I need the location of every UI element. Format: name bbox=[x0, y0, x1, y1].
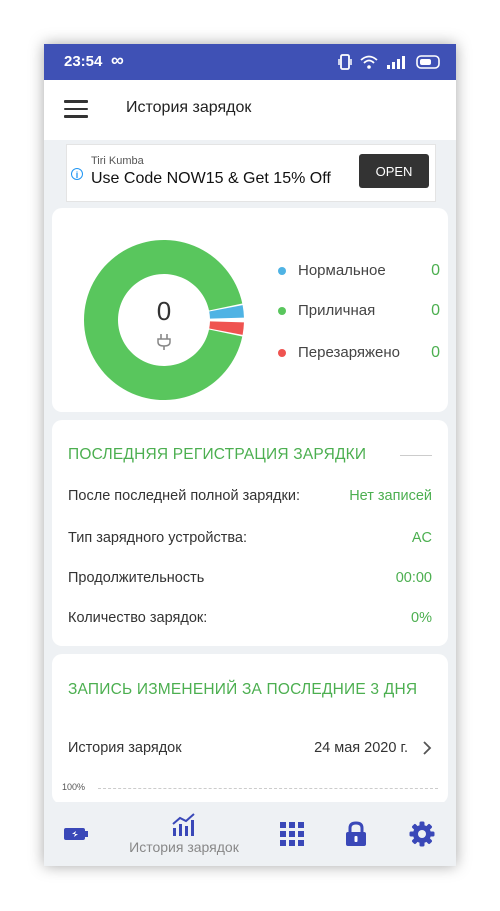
nav-item-battery[interactable] bbox=[56, 802, 96, 866]
ad-banner[interactable]: i Tiri Kumba Use Code NOW15 & Get 15% Of… bbox=[66, 144, 436, 202]
legend-value: 0 bbox=[431, 302, 440, 319]
status-bar: 23:54 ∞ bbox=[44, 44, 456, 80]
info-value: AC bbox=[411, 530, 432, 546]
section-title: ПОСЛЕДНЯЯ РЕГИСТРАЦИЯ ЗАРЯДКИ bbox=[68, 446, 367, 463]
nav-item-lock[interactable] bbox=[336, 802, 376, 866]
info-label: Продолжительность bbox=[68, 570, 205, 586]
info-label: После последней полной зарядки: bbox=[68, 488, 300, 504]
legend-label: Приличная bbox=[298, 302, 376, 319]
info-row-charger-type: Тип зарядного устройства: AC bbox=[68, 530, 432, 546]
nav-item-apps[interactable] bbox=[272, 802, 312, 866]
history-row[interactable]: История зарядок 24 мая 2020 г. bbox=[68, 734, 432, 762]
status-time: 23:54 bbox=[64, 53, 103, 70]
grid-icon bbox=[280, 822, 304, 846]
status-icons bbox=[338, 54, 442, 70]
info-value: Нет записей bbox=[349, 488, 432, 504]
legend-label: Перезаряжено bbox=[298, 344, 400, 361]
legend-label: Нормальное bbox=[298, 262, 386, 279]
ad-headline: Use Code NOW15 & Get 15% Off bbox=[91, 170, 331, 187]
donut-center-value: 0 bbox=[156, 296, 172, 326]
plug-icon bbox=[157, 334, 171, 350]
legend-value: 0 bbox=[431, 344, 440, 361]
legend-dot bbox=[278, 267, 286, 275]
wifi-icon bbox=[360, 55, 378, 69]
chart-gridline bbox=[98, 788, 438, 789]
info-value: 0% bbox=[411, 610, 432, 626]
chart-axis-label: 100% bbox=[62, 782, 86, 792]
phone-screen: 23:54 ∞ История зарядок i Tiri Kumba Use… bbox=[44, 44, 456, 866]
chart-icon bbox=[172, 813, 195, 836]
gear-icon bbox=[409, 821, 435, 847]
history-label: История зарядок bbox=[68, 740, 182, 756]
info-value: 00:00 bbox=[395, 570, 432, 586]
info-icon[interactable]: i bbox=[71, 168, 83, 180]
app-bar: История зарядок bbox=[44, 80, 456, 140]
legend-item-normal: Нормальное 0 bbox=[278, 262, 440, 280]
signal-icon bbox=[387, 56, 405, 69]
history-date: 24 мая 2020 г. bbox=[314, 740, 408, 756]
info-label: Тип зарядного устройства: bbox=[68, 530, 247, 546]
lock-icon bbox=[346, 821, 366, 846]
info-row-duration: Продолжительность 00:00 bbox=[68, 570, 432, 586]
link-icon: ∞ bbox=[111, 50, 124, 70]
menu-icon[interactable] bbox=[64, 100, 88, 120]
vibrate-icon bbox=[338, 54, 352, 70]
donut-center: 0 bbox=[134, 296, 194, 358]
nav-item-history[interactable]: История зарядок bbox=[116, 802, 252, 866]
legend-item-good: Приличная 0 bbox=[278, 302, 440, 320]
section-title: ЗАПИСЬ ИЗМЕНЕНИЙ ЗА ПОСЛЕДНИЕ 3 ДНЯ bbox=[68, 681, 418, 698]
battery-icon bbox=[64, 828, 88, 840]
ad-advertiser: Tiri Kumba bbox=[91, 155, 144, 167]
legend-dot bbox=[278, 307, 286, 315]
nav-label: История зарядок bbox=[129, 839, 239, 855]
charge-summary-card: 0 Нормальное 0 Приличная 0 Перезаряжено … bbox=[52, 208, 448, 412]
legend-dot bbox=[278, 349, 286, 357]
info-label: Количество зарядок: bbox=[68, 610, 208, 626]
legend-value: 0 bbox=[431, 262, 440, 279]
nav-item-settings[interactable] bbox=[402, 802, 442, 866]
info-row-charge-count: Количество зарядок: 0% bbox=[68, 610, 432, 626]
ad-open-button[interactable]: OPEN bbox=[359, 154, 429, 188]
divider bbox=[400, 455, 432, 456]
last-charge-card: ПОСЛЕДНЯЯ РЕГИСТРАЦИЯ ЗАРЯДКИ После посл… bbox=[52, 420, 448, 646]
chevron-right-icon bbox=[423, 741, 432, 755]
bottom-nav: История зарядок bbox=[44, 802, 456, 866]
legend-item-overcharged: Перезаряжено 0 bbox=[278, 344, 440, 362]
battery-status-icon bbox=[416, 55, 440, 69]
changes-card: ЗАПИСЬ ИЗМЕНЕНИЙ ЗА ПОСЛЕДНИЕ 3 ДНЯ Исто… bbox=[52, 654, 448, 804]
info-row-last-full: После последней полной зарядки: Нет запи… bbox=[68, 488, 432, 504]
page-title: История зарядок bbox=[126, 99, 252, 116]
